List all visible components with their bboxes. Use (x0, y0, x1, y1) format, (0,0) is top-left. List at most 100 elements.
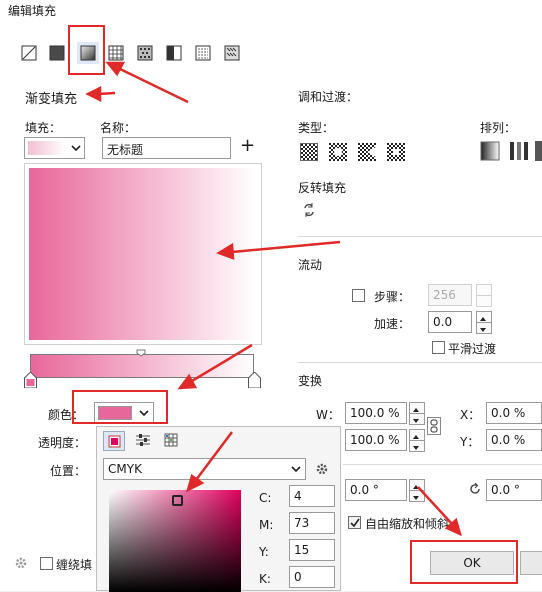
steps-checkbox[interactable] (352, 289, 365, 302)
steps-value: 256 (433, 288, 456, 302)
divider (298, 236, 542, 237)
gear-icon[interactable] (14, 556, 28, 570)
name-label: 名称： (100, 121, 137, 135)
color-picker-popup: CMYK C: 4 M: 73 Y: 15 K: 0 (96, 426, 341, 592)
fill-label: 填充： (25, 121, 62, 135)
c-label: C: (259, 491, 272, 505)
color-model-value: CMYK (108, 462, 142, 476)
arrange-repeat-button[interactable] (509, 141, 529, 161)
add-preset-button[interactable]: + (240, 135, 255, 156)
divider (343, 464, 542, 465)
uniform-fill-button[interactable] (46, 42, 68, 64)
linear-type-button[interactable] (300, 143, 318, 161)
y-cmyk-value: 15 (294, 543, 310, 557)
gear-icon[interactable] (315, 462, 329, 476)
annotation-box-ok (410, 540, 518, 584)
rectangular-type-icon (387, 143, 405, 161)
wrap-fill-checkbox[interactable] (40, 557, 53, 570)
accel-label: 加速： (374, 317, 411, 331)
texture-fill-button[interactable] (192, 42, 214, 64)
color-model-dropdown[interactable]: CMYK (103, 458, 306, 480)
skew-value: 0.0 ° (350, 483, 379, 497)
free-scale-label: 自由缩放和倾斜 (365, 517, 450, 531)
annotation-box-color (72, 390, 168, 424)
chevron-down-icon (71, 145, 81, 152)
conical-type-button[interactable] (358, 143, 376, 161)
color-palettes-tab[interactable] (161, 431, 183, 451)
postscript-fill-button[interactable] (221, 42, 243, 64)
blend-type-label: 类型： (298, 121, 335, 135)
w-field[interactable]: 100.0 % (345, 402, 407, 424)
rectangular-type-button[interactable] (387, 143, 405, 161)
accel-value: 0.0 (433, 315, 453, 329)
repeat-arrange-icon (510, 142, 528, 160)
k-field[interactable]: 0 (289, 566, 335, 588)
arrange-label: 排列： (480, 121, 517, 135)
fill-preset-dropdown[interactable] (24, 137, 85, 159)
h-value: 100.0 % (350, 433, 400, 447)
steps-label: 步骤： (374, 290, 411, 304)
no-fill-button[interactable] (18, 42, 40, 64)
m-label: M: (259, 518, 274, 532)
color-sliders-tab[interactable] (133, 431, 155, 451)
smooth-checkbox[interactable] (432, 341, 445, 354)
vector-pattern-button[interactable] (105, 42, 127, 64)
color-field-marker[interactable] (172, 495, 183, 506)
arrange-default-button[interactable] (480, 141, 500, 161)
cancel-button[interactable] (520, 551, 542, 575)
link-icon (430, 419, 438, 433)
two-color-pattern-icon (166, 45, 182, 61)
y-field[interactable]: 0.0 % (486, 429, 542, 451)
name-field[interactable]: 无标题 (102, 137, 231, 159)
k-label: K: (259, 572, 271, 586)
reverse-arrows-icon[interactable] (302, 202, 316, 218)
accel-field[interactable]: 0.0 (428, 311, 472, 333)
gradient-preview-frame (24, 163, 262, 345)
section-title: 渐变填充 (25, 92, 78, 107)
y-value: 0.0 % (491, 433, 526, 447)
free-scale-checkbox[interactable] (348, 516, 361, 529)
end-node-handle[interactable] (248, 371, 261, 389)
w-value: 100.0 % (350, 406, 400, 420)
linear-type-icon (301, 144, 317, 160)
transform-title: 变换 (298, 374, 323, 388)
reverse-fill-label: 反转填充 (298, 181, 347, 195)
postscript-fill-icon (224, 45, 240, 61)
color-viewer-tab[interactable] (103, 431, 125, 451)
arrange-mirror-button[interactable] (535, 141, 542, 161)
smooth-label: 平滑过渡 (448, 342, 497, 356)
midpoint-handle[interactable] (136, 349, 146, 357)
h-field[interactable]: 100.0 % (345, 429, 407, 451)
vector-pattern-icon (108, 45, 124, 61)
y-label: Y： (460, 435, 480, 449)
sliders-icon (136, 434, 150, 446)
m-field[interactable]: 73 (289, 512, 335, 534)
palette-grid-icon (164, 433, 178, 447)
blend-title: 调和过渡： (298, 90, 359, 104)
gradient-preview (29, 168, 257, 340)
accel-spinner[interactable] (476, 311, 492, 334)
two-color-pattern-button[interactable] (163, 42, 185, 64)
lock-ratio-button[interactable] (427, 417, 441, 435)
skew-field[interactable]: 0.0 ° (345, 479, 407, 501)
bitmap-pattern-icon (137, 45, 153, 61)
rotate-icon (470, 482, 480, 494)
steps-field[interactable]: 256 (428, 284, 472, 306)
title-bar: 编辑填充 (0, 0, 542, 20)
bitmap-pattern-button[interactable] (134, 42, 156, 64)
x-field[interactable]: 0.0 % (486, 402, 542, 424)
check-icon (350, 518, 360, 528)
steps-spinner[interactable] (476, 284, 492, 307)
skew-spinner[interactable] (409, 479, 425, 502)
c-field[interactable]: 4 (289, 485, 335, 507)
c-value: 4 (294, 489, 302, 503)
start-node-handle[interactable] (24, 371, 37, 389)
y-cmyk-field[interactable]: 15 (289, 539, 335, 561)
elliptical-type-button[interactable] (329, 143, 347, 161)
gradient-slider[interactable] (30, 354, 254, 378)
rotate-field[interactable]: 0.0 ° (486, 479, 542, 501)
h-spinner[interactable] (409, 429, 425, 452)
preset-swatch (28, 141, 66, 155)
y-cmyk-label: Y: (259, 545, 269, 559)
w-spinner[interactable] (409, 402, 425, 425)
